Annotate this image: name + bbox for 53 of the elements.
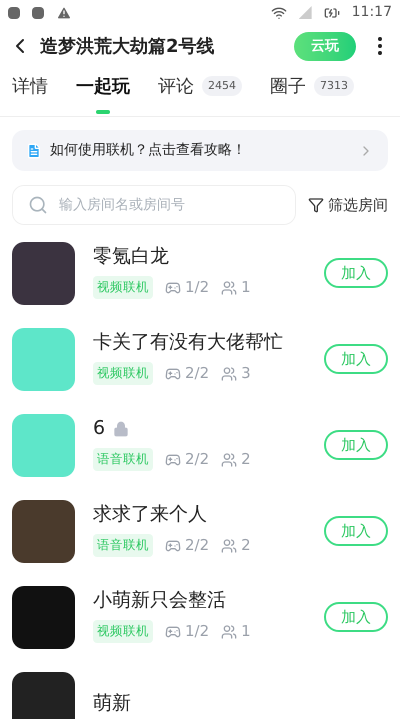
member-count: 2 <box>241 535 251 556</box>
mode-tag: 视频联机 <box>93 362 153 385</box>
notification-icon <box>32 6 44 18</box>
avatar-placeholder <box>12 242 75 304</box>
people-icon <box>221 624 238 640</box>
player-count: 2/2 <box>185 535 210 556</box>
room-name: 6 <box>93 419 106 438</box>
avatar-placeholder <box>12 586 75 648</box>
gamepad-icon <box>165 452 181 468</box>
room-name: 求求了来个人 <box>93 505 207 524</box>
player-count: 1/2 <box>185 621 210 642</box>
tab[interactable]: 一起玩 <box>76 68 130 116</box>
member-count: 1 <box>241 621 251 642</box>
document-icon <box>26 142 42 158</box>
avatar-placeholder <box>12 328 75 390</box>
room-name: 卡关了有没有大佬帮忙 <box>93 333 283 352</box>
mode-tag: 视频联机 <box>93 276 153 299</box>
warning-icon <box>56 4 72 20</box>
tab[interactable]: 详情 <box>12 68 48 116</box>
wifi-icon <box>270 4 287 20</box>
filter-icon <box>308 197 324 213</box>
mode-tag: 语音联机 <box>93 448 153 471</box>
people-icon <box>221 452 238 468</box>
mode-tag: 视频联机 <box>93 620 153 643</box>
guide-banner[interactable]: 如何使用联机？点击查看攻略！ <box>12 130 388 171</box>
avatar-placeholder <box>12 500 75 562</box>
tab[interactable]: 评论 2454 <box>158 68 242 116</box>
member-count: 1 <box>241 277 251 298</box>
filter-button[interactable]: 筛选房间 <box>308 194 388 216</box>
search-icon <box>28 195 48 215</box>
gamepad-icon <box>165 538 181 554</box>
player-count: 2/2 <box>185 449 210 470</box>
gamepad-icon <box>165 366 181 382</box>
people-icon <box>221 280 238 296</box>
avatar-placeholder <box>12 414 75 476</box>
member-count: 2 <box>241 449 251 470</box>
tab[interactable]: 圈子 7313 <box>270 68 354 116</box>
notification-icon <box>8 6 20 18</box>
player-count: 2/2 <box>185 363 210 384</box>
room-name: 萌新 <box>93 694 131 712</box>
status-time: 11:17 <box>352 3 392 22</box>
gamepad-icon <box>165 280 181 296</box>
room-name: 零氪白龙 <box>93 247 169 266</box>
page-title: 造梦洪荒大劫篇2号线 <box>40 34 215 58</box>
player-count: 1/2 <box>185 277 210 298</box>
room-name: 小萌新只会整活 <box>93 591 226 610</box>
member-count: 3 <box>241 363 251 384</box>
people-icon <box>221 538 238 554</box>
gamepad-icon <box>165 624 181 640</box>
mode-tag: 语音联机 <box>93 534 153 557</box>
search-field[interactable]: 输入房间名或房间号 <box>12 185 296 225</box>
people-icon <box>221 366 238 382</box>
avatar-placeholder <box>12 672 75 719</box>
